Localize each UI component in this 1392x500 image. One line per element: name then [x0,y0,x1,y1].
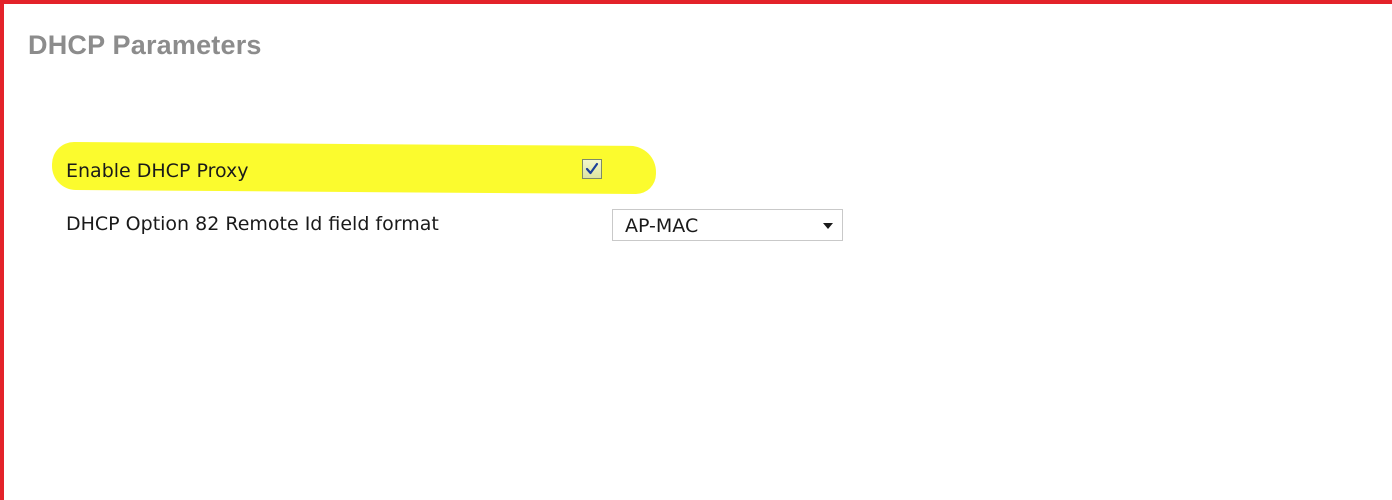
remote-id-format-label: DHCP Option 82 Remote Id field format [66,213,439,235]
page-title: DHCP Parameters [28,30,262,60]
checkmark-icon [585,162,599,175]
dhcp-parameters-panel: DHCP Parameters Enable DHCP Proxy DHCP O… [0,0,1392,500]
dhcp-proxy-label: Enable DHCP Proxy [66,160,249,182]
remote-id-format-select[interactable]: AP-MAC [612,209,843,241]
dhcp-proxy-checkbox[interactable] [582,159,602,179]
caret-down-icon [823,223,833,229]
remote-id-format-value: AP-MAC [625,215,699,237]
